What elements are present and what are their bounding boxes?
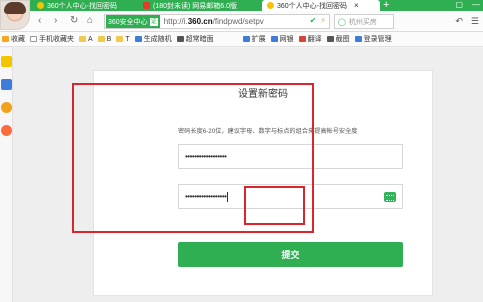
weibo-icon[interactable] <box>1 102 12 113</box>
bookmark-icon[interactable] <box>1 79 12 90</box>
app-icon <box>134 36 142 42</box>
extensions-button[interactable]: 扩展 <box>242 34 266 44</box>
netbank-button[interactable]: 网银 <box>270 34 294 44</box>
folder-icon <box>97 36 105 42</box>
search-text: 杭州买房 <box>348 18 377 26</box>
cert-label: 360安全中心 <box>108 18 148 26</box>
back-button[interactable]: ‹ <box>38 15 41 26</box>
forward-button[interactable]: › <box>54 15 57 26</box>
360-icon <box>37 2 44 9</box>
reload-button[interactable]: ↻ <box>70 15 78 26</box>
minimize-icon[interactable]: — <box>472 0 480 9</box>
tab-3-label: 360个人中心-找回密码 <box>277 2 348 10</box>
page-icon <box>30 36 37 42</box>
page-title: 设置新密码 <box>238 89 288 100</box>
search-icon: ◯ <box>338 18 346 26</box>
url-text[interactable]: http://i.360.cn/findpwd/setpv <box>164 17 264 26</box>
close-tab-icon[interactable]: × <box>354 1 359 10</box>
lightning-icon[interactable]: ⚡ <box>320 16 326 25</box>
bookmark-folder-a[interactable]: A <box>79 36 93 43</box>
submit-button[interactable]: 提交 <box>178 242 403 267</box>
tab-1-label: 360个人中心-找回密码 <box>47 2 118 10</box>
menu-icon[interactable]: ☰ <box>471 16 479 27</box>
key-icon <box>354 36 362 42</box>
keyboard-icon[interactable] <box>384 192 396 202</box>
bookmark-dark[interactable]: 超常暗面 <box>176 34 214 44</box>
shield-icon[interactable]: ✔ <box>310 16 317 25</box>
text-caret <box>227 191 229 202</box>
browser-toolbar: ‹ › ↻ ⌂ 360安全中心 证 http://i.360.cn/findpw… <box>0 11 483 32</box>
side-panel <box>0 48 13 302</box>
tab-2[interactable]: (180封未读) 网易邮箱6.0版 <box>138 0 256 11</box>
search-box[interactable]: ◯ 杭州买房 <box>334 14 394 29</box>
bookmark-mobile[interactable]: 手机收藏夹 <box>30 34 74 44</box>
app-icon <box>176 36 184 42</box>
translate-button[interactable]: 翻译 <box>298 34 322 44</box>
reset-password-card: 设置新密码 密码长度6-20位，建议字母、数字与标点的组合来提高帐号安全度 ••… <box>93 70 433 296</box>
star-icon[interactable] <box>1 56 12 67</box>
bookmarks-bar: 收藏 手机收藏夹 A B T 生成随机 超常暗面 扩展 网银 翻译 截图 登录管… <box>0 32 483 47</box>
page-content: 设置新密码 密码长度6-20位，建议字母、数字与标点的组合来提高帐号安全度 ••… <box>13 48 483 302</box>
folder-icon <box>79 36 86 42</box>
bank-icon <box>270 36 278 42</box>
bookmark-favorites[interactable]: 收藏 <box>2 34 25 44</box>
bookmark-folder-b[interactable]: B <box>97 36 111 43</box>
new-password-value: •••••••••••••••••• <box>185 152 227 161</box>
tab-3-active[interactable]: 360个人中心-找回密码 × <box>262 0 380 11</box>
scissors-icon <box>326 36 334 42</box>
cert-verified-icon: 证 <box>149 17 158 26</box>
tab-2-label: (180封未读) 网易邮箱6.0版 <box>153 2 238 10</box>
app-icon[interactable] <box>1 125 12 136</box>
toolbar-right: ↶ ☰ <box>455 16 479 27</box>
address-bar[interactable]: 360安全中心 证 http://i.360.cn/findpwd/setpv … <box>104 14 330 29</box>
security-cert-badge[interactable]: 360安全中心 证 <box>106 15 160 28</box>
mail-icon <box>143 2 150 9</box>
360-icon <box>267 2 274 9</box>
new-password-field[interactable]: •••••••••••••••••• <box>178 144 403 169</box>
login-manager-button[interactable]: 登录管理 <box>354 34 392 44</box>
user-avatar[interactable] <box>0 0 30 30</box>
star-icon <box>2 36 9 42</box>
confirm-password-value: •••••••••••••••••• <box>185 192 227 201</box>
screenshot-button[interactable]: 截图 <box>326 34 350 44</box>
tab-1[interactable]: 360个人中心-找回密码 <box>32 0 132 11</box>
tab-bar: 360个人中心-找回密码 (180封未读) 网易邮箱6.0版 360个人中心-找… <box>0 0 483 11</box>
bookmark-folder-t[interactable]: T <box>116 36 130 43</box>
new-tab-button[interactable]: + <box>383 0 389 11</box>
address-icons: ✔ ⚡ <box>310 16 326 25</box>
translate-icon <box>298 36 306 42</box>
bookmark-generator[interactable]: 生成随机 <box>134 34 172 44</box>
window-controls: ▢ — <box>455 0 480 9</box>
confirm-password-field[interactable]: •••••••••••••••••• <box>178 184 403 209</box>
window-restore-icon[interactable]: ▢ <box>455 0 463 9</box>
home-button[interactable]: ⌂ <box>87 15 93 26</box>
extensions-icon <box>242 36 250 42</box>
undo-icon[interactable]: ↶ <box>455 16 463 27</box>
password-hint: 密码长度6-20位，建议字母、数字与标点的组合来提高帐号安全度 <box>178 128 358 135</box>
folder-icon <box>116 36 124 42</box>
